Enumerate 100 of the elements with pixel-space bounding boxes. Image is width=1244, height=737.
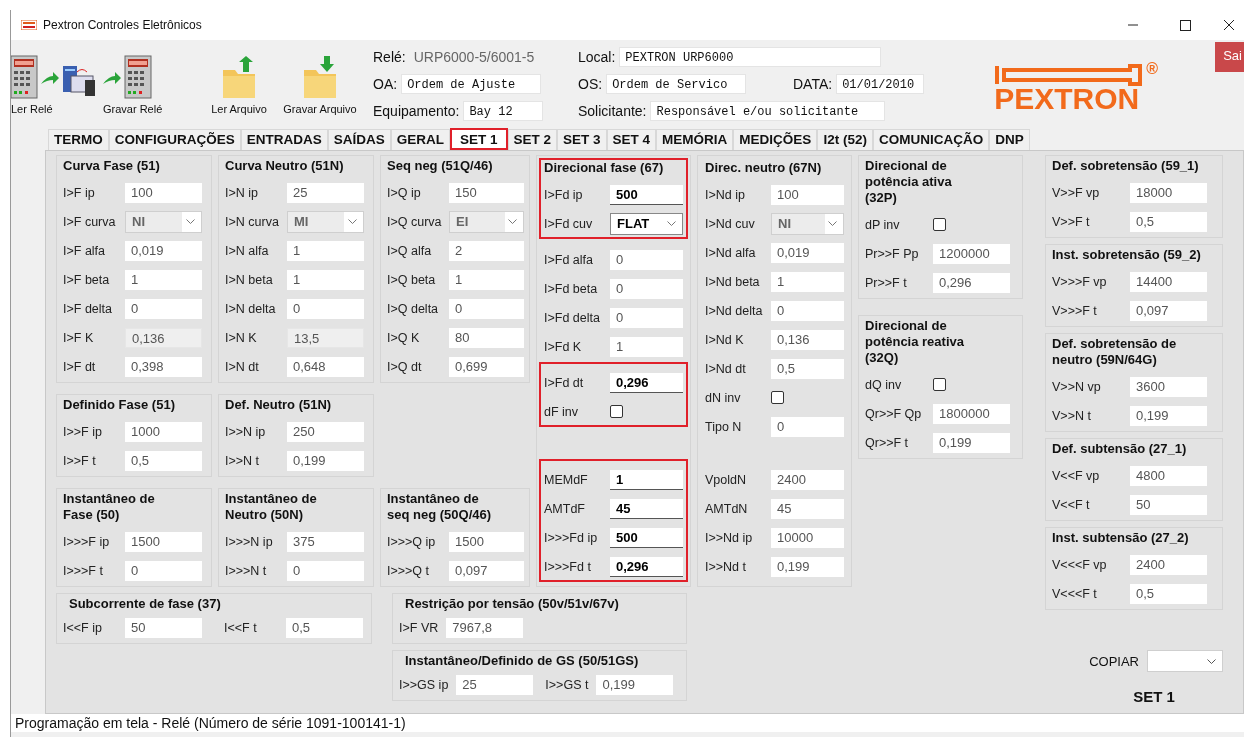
input-field[interactable]: 45 xyxy=(610,498,683,519)
input-field[interactable]: 0,398 xyxy=(125,356,202,377)
checkbox[interactable] xyxy=(610,405,623,418)
input-field[interactable]: 1 xyxy=(287,269,364,290)
input-field[interactable]: 1500 xyxy=(125,531,202,552)
input-field[interactable]: 2 xyxy=(449,240,524,261)
tab[interactable]: SET 3 xyxy=(557,129,607,150)
input-field[interactable]: 0,5 xyxy=(125,450,202,471)
app-logo-icon xyxy=(21,20,37,30)
input-field[interactable]: 0 xyxy=(287,298,364,319)
checkbox[interactable] xyxy=(771,391,784,404)
input-field[interactable]: 0 xyxy=(610,249,683,270)
input-field[interactable]: 0,019 xyxy=(125,240,202,261)
input-field[interactable]: 1000 xyxy=(125,421,202,442)
tab[interactable]: CONFIGURAÇÕES xyxy=(108,129,241,150)
input-field[interactable]: Ordem de Ajuste xyxy=(401,74,542,94)
input-field[interactable]: 4800 xyxy=(1130,465,1207,486)
checkbox[interactable] xyxy=(933,378,946,391)
input-field[interactable]: 0 xyxy=(449,298,524,319)
input-field[interactable]: Bay 12 xyxy=(463,101,544,121)
input-field[interactable]: 50 xyxy=(125,617,202,638)
tab[interactable]: MEDIÇÕES xyxy=(733,129,818,150)
input-field[interactable]: 0 xyxy=(125,560,202,581)
input-field[interactable]: 1 xyxy=(449,269,524,290)
input-field[interactable]: 0 xyxy=(287,560,364,581)
input-field[interactable]: 0 xyxy=(610,307,683,328)
input-field[interactable]: PEXTRON URP6000 xyxy=(619,47,882,67)
checkbox[interactable] xyxy=(933,218,946,231)
field-label: Qr>>F Qp xyxy=(865,406,923,421)
input-field[interactable]: 0,5 xyxy=(771,358,844,379)
input-field[interactable]: Responsável e/ou solicitante xyxy=(650,101,886,121)
input-field[interactable]: 10000 xyxy=(771,527,844,548)
tab[interactable]: COMUNICAÇÃO xyxy=(872,129,990,150)
tab[interactable]: SET 2 xyxy=(507,129,558,150)
input-field[interactable]: 0,199 xyxy=(933,432,1010,453)
input-field[interactable]: 18000 xyxy=(1130,182,1207,203)
input-field[interactable]: 0 xyxy=(771,416,844,437)
tab[interactable]: SET 4 xyxy=(606,129,657,150)
input-field[interactable]: 2400 xyxy=(771,469,844,490)
input-field[interactable]: 0,296 xyxy=(610,372,683,393)
input-field[interactable]: 0,097 xyxy=(1130,300,1207,321)
input-field[interactable]: 250 xyxy=(287,421,364,442)
input-field[interactable]: Ordem de Servico xyxy=(606,74,747,94)
input-field[interactable]: 0,136 xyxy=(771,329,844,350)
tab[interactable]: DNP xyxy=(989,129,1030,150)
input-field[interactable]: 0,296 xyxy=(610,556,683,577)
input-field[interactable]: 0 xyxy=(610,278,683,299)
input-field[interactable]: 1 xyxy=(610,336,683,357)
toolbar-button[interactable]: Gravar Relé xyxy=(103,54,199,115)
input-field[interactable]: 100 xyxy=(125,182,202,203)
toolbar-button[interactable]: Ler Arquivo xyxy=(199,56,279,115)
input-field[interactable]: 0,5 xyxy=(1130,583,1207,604)
exit-button[interactable]: Sai xyxy=(1215,42,1244,72)
input-field[interactable]: 0,199 xyxy=(771,556,844,577)
input-field[interactable]: 2400 xyxy=(1130,554,1207,575)
input-field[interactable]: 0,199 xyxy=(287,450,364,471)
input-field[interactable]: 1 xyxy=(287,240,364,261)
input-field[interactable]: 0,296 xyxy=(933,272,1010,293)
toolbar-button[interactable]: Gravar Arquivo xyxy=(279,56,361,115)
input-field[interactable]: 0,019 xyxy=(771,242,844,263)
input-field[interactable]: 1 xyxy=(771,271,844,292)
input-field[interactable]: 0,648 xyxy=(287,356,364,377)
tab[interactable]: SET 1 xyxy=(450,128,508,150)
field-label: Tipo N xyxy=(705,419,743,434)
input-field[interactable]: 25 xyxy=(287,182,364,203)
input-field[interactable]: 0 xyxy=(771,300,844,321)
input-field[interactable]: 1 xyxy=(610,469,683,490)
input-field[interactable]: 100 xyxy=(771,184,844,205)
input-field[interactable]: 0,699 xyxy=(449,356,524,377)
tab[interactable]: ENTRADAS xyxy=(240,129,328,150)
input-field[interactable]: 0,5 xyxy=(1130,211,1207,232)
input-field[interactable]: 3600 xyxy=(1130,376,1207,397)
input-field[interactable]: 0,097 xyxy=(449,560,524,581)
tab[interactable]: TERMO xyxy=(48,129,109,150)
input-field[interactable]: 150 xyxy=(449,182,524,203)
input-field[interactable]: 375 xyxy=(287,531,364,552)
input-field[interactable]: 1 xyxy=(125,269,202,290)
dropdown[interactable]: FLAT xyxy=(610,212,683,235)
input-field[interactable]: 1500 xyxy=(449,531,524,552)
input-field[interactable]: 80 xyxy=(449,327,524,348)
input-field[interactable]: 0,199 xyxy=(596,674,674,695)
tab[interactable]: I2t (52) xyxy=(817,129,873,150)
input-field[interactable]: 1200000 xyxy=(933,243,1010,264)
toolbar-button[interactable]: Ler Relé xyxy=(11,54,103,115)
tab[interactable]: MEMÓRIA xyxy=(656,129,734,150)
input-field[interactable]: 01/01/2010 xyxy=(836,74,925,94)
tab[interactable]: GERAL xyxy=(390,129,451,150)
input-field[interactable]: 1800000 xyxy=(933,403,1010,424)
input-field[interactable]: 14400 xyxy=(1130,271,1207,292)
field-label: I>N beta xyxy=(225,272,274,287)
input-field[interactable]: 45 xyxy=(771,498,844,519)
input-field[interactable]: 0 xyxy=(125,298,202,319)
input-field[interactable]: 0,5 xyxy=(286,617,363,638)
input-field[interactable]: 7967,8 xyxy=(446,617,524,638)
input-field[interactable]: 0,199 xyxy=(1130,405,1207,426)
input-field[interactable]: 50 xyxy=(1130,494,1207,515)
tab[interactable]: SAÍDAS xyxy=(327,129,391,150)
input-field[interactable]: 500 xyxy=(610,527,683,548)
input-field[interactable]: 25 xyxy=(456,674,534,695)
input-field[interactable]: 500 xyxy=(610,184,683,205)
